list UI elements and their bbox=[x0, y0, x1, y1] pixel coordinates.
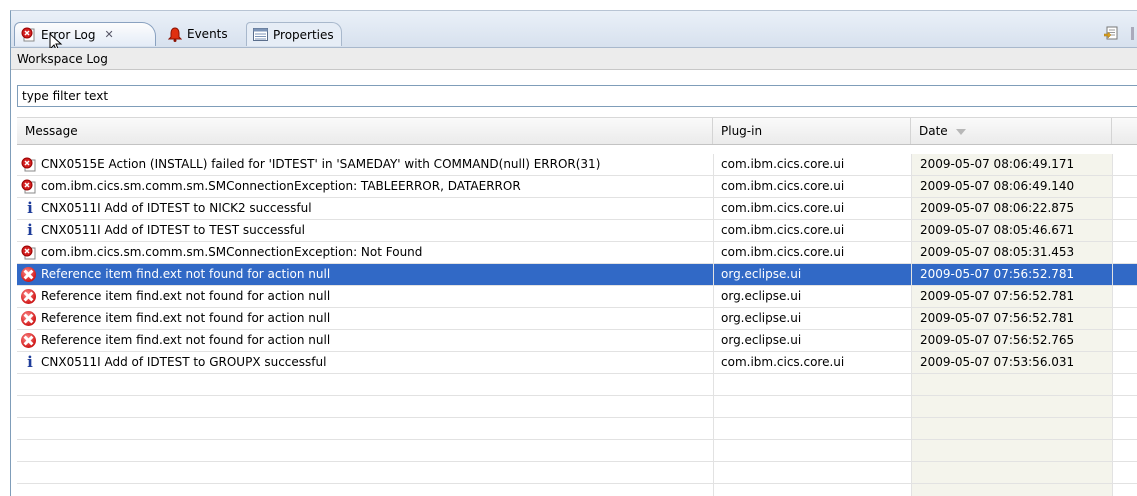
column-divider bbox=[1112, 154, 1113, 496]
cell-date: 2009-05-07 08:06:49.171 bbox=[920, 157, 1075, 171]
empty-row bbox=[17, 462, 1137, 484]
table-row[interactable]: i CNX0511I Add of IDTEST to TEST successf… bbox=[17, 220, 1137, 242]
tab-bar: Error Log ✕ Events Properties bbox=[11, 11, 1137, 53]
table-row[interactable]: com.ibm.cics.sm.comm.sm.SMConnectionExce… bbox=[17, 242, 1137, 264]
table-row[interactable]: i CNX0511I Add of IDTEST to NICK2 success… bbox=[17, 198, 1137, 220]
table-row[interactable]: Reference item find.ext not found for ac… bbox=[17, 264, 1137, 286]
cell-message: Reference item find.ext not found for ac… bbox=[41, 311, 331, 325]
cell-date: 2009-05-07 07:56:52.765 bbox=[920, 333, 1075, 347]
error-icon bbox=[21, 267, 36, 282]
filter-input[interactable]: type filter text bbox=[17, 85, 1137, 107]
cell-plugin: org.eclipse.ui bbox=[721, 333, 802, 347]
properties-icon bbox=[253, 28, 268, 41]
info-icon: i bbox=[27, 353, 33, 371]
cell-plugin: org.eclipse.ui bbox=[721, 289, 802, 303]
table-row[interactable]: Reference item find.ext not found for ac… bbox=[17, 308, 1137, 330]
column-label: Message bbox=[25, 124, 78, 138]
cell-plugin: com.ibm.cics.core.ui bbox=[721, 355, 845, 369]
sort-descending-icon bbox=[955, 128, 966, 135]
cell-plugin: com.ibm.cics.core.ui bbox=[721, 157, 845, 171]
cell-message: CNX0511I Add of IDTEST to GROUPX success… bbox=[41, 355, 327, 369]
cell-message: CNX0511I Add of IDTEST to TEST successfu… bbox=[41, 223, 305, 237]
tab-properties[interactable]: Properties bbox=[246, 22, 342, 46]
column-divider bbox=[911, 154, 912, 496]
table-row[interactable]: com.ibm.cics.sm.comm.sm.SMConnectionExce… bbox=[17, 176, 1137, 198]
tab-error-log[interactable]: Error Log ✕ bbox=[14, 22, 156, 53]
table-row[interactable]: Reference item find.ext not found for ac… bbox=[17, 330, 1137, 352]
cell-plugin: com.ibm.cics.core.ui bbox=[721, 201, 845, 215]
empty-row bbox=[17, 440, 1137, 462]
error-icon bbox=[21, 333, 36, 348]
cell-date: 2009-05-07 08:05:46.671 bbox=[920, 223, 1075, 237]
column-header-plugin[interactable]: Plug-in bbox=[713, 118, 911, 144]
cell-message: Reference item find.ext not found for ac… bbox=[41, 267, 331, 281]
info-icon: i bbox=[27, 221, 33, 239]
error-details-icon bbox=[21, 157, 36, 172]
column-header-date[interactable]: Date bbox=[911, 118, 1112, 144]
cell-date: 2009-05-07 08:06:49.140 bbox=[920, 179, 1075, 193]
cell-date: 2009-05-07 08:06:22.875 bbox=[920, 201, 1075, 215]
cell-message: Reference item find.ext not found for ac… bbox=[41, 333, 331, 347]
log-title: Workspace Log bbox=[11, 48, 1137, 70]
cell-date: 2009-05-07 07:56:52.781 bbox=[920, 311, 1075, 325]
cell-message: CNX0515E Action (INSTALL) failed for 'ID… bbox=[41, 157, 601, 171]
bell-icon bbox=[168, 26, 182, 42]
column-header-message[interactable]: Message bbox=[17, 118, 713, 144]
error-icon bbox=[21, 311, 36, 326]
cell-plugin: com.ibm.cics.core.ui bbox=[721, 245, 845, 259]
cell-date: 2009-05-07 08:05:31.453 bbox=[920, 245, 1075, 259]
cell-date: 2009-05-07 07:56:52.781 bbox=[920, 289, 1075, 303]
cell-date: 2009-05-07 07:56:52.781 bbox=[920, 267, 1075, 281]
empty-row bbox=[17, 418, 1137, 440]
close-icon[interactable]: ✕ bbox=[105, 28, 114, 41]
table-row[interactable]: i CNX0511I Add of IDTEST to GROUPX succes… bbox=[17, 352, 1137, 374]
empty-row bbox=[17, 396, 1137, 418]
cell-plugin: org.eclipse.ui bbox=[721, 311, 802, 325]
column-label: Plug-in bbox=[721, 124, 763, 138]
table-row[interactable]: Reference item find.ext not found for ac… bbox=[17, 286, 1137, 308]
tab-label: Events bbox=[187, 27, 228, 41]
table-header: Message Plug-in Date bbox=[17, 117, 1137, 145]
column-label: Date bbox=[919, 124, 948, 138]
tab-events[interactable]: Events bbox=[162, 22, 245, 46]
cell-message: com.ibm.cics.sm.comm.sm.SMConnectionExce… bbox=[41, 179, 521, 193]
export-log-icon[interactable] bbox=[1104, 26, 1118, 40]
error-details-icon bbox=[21, 245, 36, 260]
cell-date: 2009-05-07 07:53:56.031 bbox=[920, 355, 1075, 369]
empty-row bbox=[17, 374, 1137, 396]
table-row[interactable]: CNX0515E Action (INSTALL) failed for 'ID… bbox=[17, 154, 1137, 176]
error-log-view: Error Log ✕ Events Properties Workspace … bbox=[10, 10, 1137, 496]
log-table: Message Plug-in Date CNX0515E Action (IN… bbox=[17, 117, 1137, 496]
cell-plugin: com.ibm.cics.core.ui bbox=[721, 223, 845, 237]
cell-message: CNX0511I Add of IDTEST to NICK2 successf… bbox=[41, 201, 312, 215]
cell-plugin: com.ibm.cics.core.ui bbox=[721, 179, 845, 193]
tab-label: Properties bbox=[273, 27, 334, 42]
cell-plugin: org.eclipse.ui bbox=[721, 267, 802, 281]
error-details-icon bbox=[21, 179, 36, 194]
view-menu-icon[interactable] bbox=[1131, 27, 1134, 40]
info-icon: i bbox=[27, 199, 33, 217]
error-log-icon bbox=[21, 27, 35, 42]
cell-message: Reference item find.ext not found for ac… bbox=[41, 289, 331, 303]
column-divider bbox=[713, 154, 714, 496]
cell-message: com.ibm.cics.sm.comm.sm.SMConnectionExce… bbox=[41, 245, 423, 259]
error-icon bbox=[21, 289, 36, 304]
